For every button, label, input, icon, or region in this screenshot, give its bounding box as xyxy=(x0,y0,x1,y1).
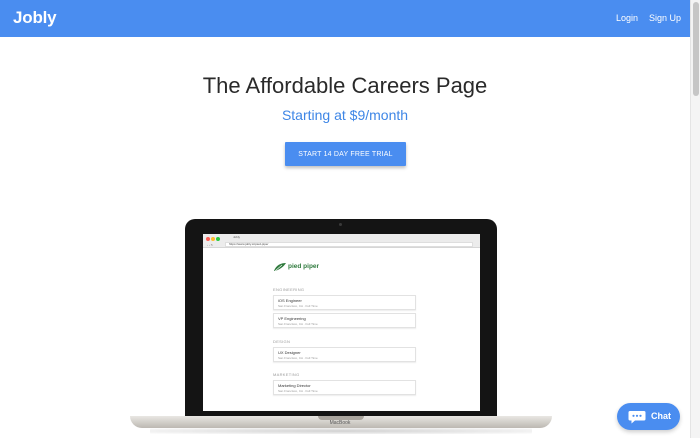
window-minimize-dot xyxy=(211,237,215,241)
signup-link[interactable]: Sign Up xyxy=(649,13,681,23)
job-title: iOS Engineer xyxy=(278,298,302,303)
job-card: UX Designer San Francisco, CA · Full Tim… xyxy=(273,347,416,362)
job-title: Marketing Director xyxy=(278,383,311,388)
browser-toolbar: Jobly ‹ › ↻ https://www.jobly.io/pied-pi… xyxy=(203,234,480,248)
laptop-camera xyxy=(339,223,342,226)
job-title: UX Designer xyxy=(278,350,301,355)
job-title: VP Engineering xyxy=(278,316,306,321)
job-meta: San Francisco, CA · Full Time xyxy=(278,322,318,326)
window-close-dot xyxy=(206,237,210,241)
laptop-shadow xyxy=(150,428,532,434)
job-meta: San Francisco, CA · Full Time xyxy=(278,356,318,360)
hero-subtitle: Starting at $9/month xyxy=(281,107,409,123)
job-meta: San Francisco, CA · Full Time xyxy=(278,304,318,308)
section-engineering: ENGINEERING xyxy=(273,287,305,292)
hero-title: The Affordable Careers Page xyxy=(202,73,488,98)
start-free-trial-button[interactable]: START 14 DAY FREE TRIAL xyxy=(285,142,406,166)
chat-bubble-icon xyxy=(628,411,646,424)
company-logo: pied piper xyxy=(273,262,353,274)
section-marketing: MARKETING xyxy=(273,372,300,377)
browser-nav-arrows-icon: ‹ › ↻ xyxy=(207,243,214,247)
jobly-logo[interactable]: Jobly xyxy=(13,8,57,28)
pied-piper-leaf-icon xyxy=(274,263,286,272)
job-card: Marketing Director San Francisco, CA · F… xyxy=(273,380,416,395)
company-name: pied piper xyxy=(288,263,320,270)
scrollbar-thumb[interactable] xyxy=(693,2,699,96)
laptop-screen: Jobly ‹ › ↻ https://www.jobly.io/pied-pi… xyxy=(203,234,480,411)
top-navbar: Jobly Login Sign Up xyxy=(0,0,690,37)
browser-url-bar: https://www.jobly.io/pied-piper xyxy=(225,242,473,247)
window-maximize-dot xyxy=(216,237,220,241)
browser-tab-title: Jobly xyxy=(233,235,241,239)
job-meta: San Francisco, CA · Full Time xyxy=(278,389,318,393)
chat-label: Chat xyxy=(651,411,671,421)
laptop-brand-label: MacBook xyxy=(329,420,351,426)
login-link[interactable]: Login xyxy=(616,13,638,23)
page-scrollbar[interactable] xyxy=(690,0,700,438)
job-card: VP Engineering San Francisco, CA · Full … xyxy=(273,313,416,328)
section-design: DESIGN xyxy=(273,339,291,344)
chat-button[interactable]: Chat xyxy=(617,403,680,430)
laptop-mockup: Jobly ‹ › ↻ https://www.jobly.io/pied-pi… xyxy=(185,219,497,419)
job-card: iOS Engineer San Francisco, CA · Full Ti… xyxy=(273,295,416,310)
